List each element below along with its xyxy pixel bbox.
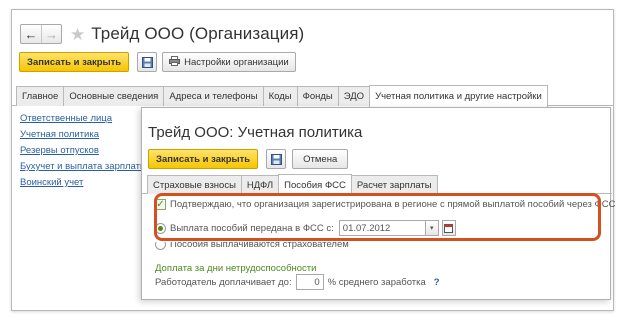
floppy-disk-icon	[141, 56, 153, 68]
sidebar: Ответственные лица Учетная политика Резе…	[20, 111, 155, 191]
organization-settings-label: Настройки организации	[184, 56, 289, 68]
dialog-save-and-close-button[interactable]: Записать и закрыть	[148, 149, 259, 169]
navigation-buttons: ← →	[20, 24, 62, 44]
benefits-employer-label: Пособия выплачиваются страхователем	[170, 239, 349, 250]
sidebar-item-accounting-salary[interactable]: Бухучет и выплата зарплаты	[20, 159, 155, 175]
floppy-disk-icon	[270, 153, 282, 165]
employer-pays-suffix: % среднего заработка	[327, 276, 426, 288]
sidebar-item-vacation-reserves[interactable]: Резервы отпусков	[20, 143, 155, 159]
dialog-tabs: Страховые взносы НДФЛ Пособия ФСС Расчет…	[142, 174, 612, 195]
arrow-right-icon: →	[45, 26, 58, 42]
forward-button[interactable]: →	[41, 25, 61, 43]
cancel-button[interactable]: Отмена	[292, 149, 349, 169]
sidebar-item-military-records[interactable]: Воинский учет	[20, 175, 155, 191]
benefits-employer-row: Пособия выплачиваются страхователем	[155, 239, 349, 250]
employer-pays-percent-input[interactable]: 0	[295, 274, 324, 290]
window-toolbar: Записать и закрыть Настройки организации	[19, 52, 296, 72]
transfer-date-input[interactable]: 01.07.2012	[338, 220, 426, 236]
date-dropdown-button[interactable]: ▾	[425, 220, 439, 236]
confirm-fss-row: ✓ Подтверждаю, что организация зарегистр…	[155, 199, 615, 210]
tab-fss-benefits[interactable]: Пособия ФСС	[278, 174, 352, 195]
radio-selected-dot	[158, 225, 163, 231]
checkmark-icon: ✓	[156, 198, 165, 210]
favorite-star-icon[interactable]: ★	[70, 26, 85, 43]
tab-insurance-contributions[interactable]: Страховые взносы	[147, 175, 242, 194]
dialog-save-button[interactable]	[266, 149, 287, 169]
chevron-down-icon: ▾	[430, 225, 434, 232]
dialog-title: Трейд ООО: Учетная политика	[148, 124, 363, 141]
organization-settings-button[interactable]: Настройки организации	[162, 52, 296, 72]
printer-icon	[169, 55, 181, 69]
arrow-left-icon: ←	[24, 26, 38, 42]
benefits-employer-radio[interactable]	[155, 242, 166, 250]
benefits-transferred-row: Выплата пособий передана в ФСС с: 01.07.…	[155, 220, 456, 236]
save-button[interactable]	[137, 52, 158, 72]
transfer-date-field: 01.07.2012 ▾	[338, 220, 456, 236]
tab-addresses-phones[interactable]: Адреса и телефоны	[163, 86, 264, 106]
back-button[interactable]: ←	[21, 25, 41, 43]
sidebar-item-responsible-persons[interactable]: Ответственные лица	[20, 111, 155, 127]
tab-codes[interactable]: Коды	[262, 86, 298, 106]
tab-funds[interactable]: Фонды	[296, 86, 339, 106]
sick-days-section-title: Доплата за дни нетрудоспособности	[155, 263, 317, 274]
tab-accounting-policy[interactable]: Учетная политика и другие настройки	[369, 85, 548, 107]
calendar-icon	[444, 223, 454, 233]
benefits-transferred-radio[interactable]	[155, 222, 166, 234]
accounting-policy-dialog: Трейд ООО: Учетная политика Записать и з…	[141, 107, 615, 300]
help-icon[interactable]: ?	[434, 277, 440, 288]
confirm-fss-checkbox[interactable]: ✓	[155, 199, 166, 210]
window-title: Трейд ООО (Организация)	[91, 24, 305, 43]
sidebar-item-accounting-policy[interactable]: Учетная политика	[20, 127, 155, 143]
tab-edo[interactable]: ЭДО	[337, 86, 371, 106]
tab-ndfl[interactable]: НДФЛ	[240, 175, 280, 194]
benefits-transferred-label: Выплата пособий передана в ФСС с:	[170, 222, 334, 234]
window-header: ← → ★ Трейд ООО (Организация)	[20, 23, 304, 45]
calendar-button[interactable]	[441, 220, 456, 236]
tab-payroll[interactable]: Расчет зарплаты	[350, 175, 438, 194]
confirm-fss-label: Подтверждаю, что организация зарегистрир…	[170, 199, 616, 210]
employer-pays-row: Работодатель доплачивает до: 0 % среднег…	[155, 274, 440, 290]
tab-main[interactable]: Главное	[16, 86, 65, 106]
tab-basic-info[interactable]: Основные сведения	[63, 86, 165, 106]
employer-pays-label: Работодатель доплачивает до:	[155, 276, 292, 288]
save-and-close-button[interactable]: Записать и закрыть	[19, 52, 130, 72]
dialog-toolbar: Записать и закрыть Отмена	[148, 149, 349, 169]
organization-tabs: Главное Основные сведения Адреса и телеф…	[12, 85, 613, 107]
